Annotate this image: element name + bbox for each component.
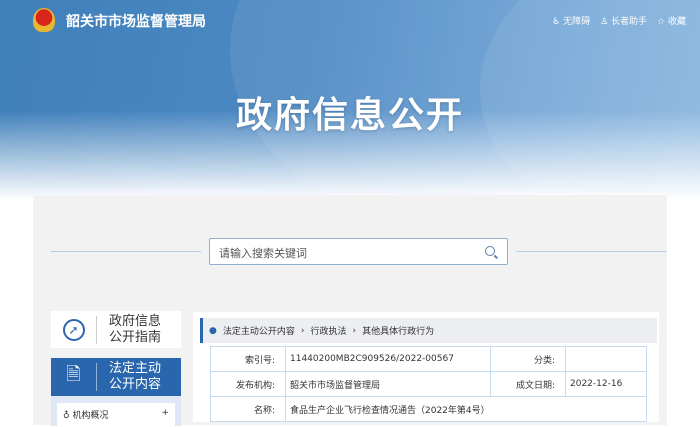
sidebar-active-content[interactable]: 🗎 法定主动 公开内容 (51, 358, 181, 396)
location-icon: ● (209, 325, 217, 336)
meta-table: 索引号: 11440200MB2C909526/2022-00567 分类: 发布机… (210, 346, 647, 422)
compass-icon: ➚ (51, 318, 96, 341)
accessibility-link[interactable]: ♿ 无障碍 (552, 14, 590, 27)
breadcrumb: ● 法定主动公开内容 › 行政执法 › 其他具体行政行为 (200, 318, 657, 343)
document-icon: 🗎 (66, 364, 81, 385)
divider (516, 251, 666, 252)
sidebar-guide[interactable]: ➚ 政府信息 公开指南 (51, 311, 181, 348)
site-title[interactable]: 韶关市市场监督管理局 (66, 11, 206, 31)
search-input[interactable]: 请输入搜索关键词 (209, 238, 508, 265)
sidebar-item-org-overview[interactable]: ♁ 机构概况 + (57, 403, 175, 427)
elder-assistant-link[interactable]: ♙ 长者助手 (600, 14, 647, 27)
search-icon[interactable] (485, 246, 495, 256)
banner-title: 政府信息公开 (235, 95, 464, 136)
national-emblem-icon (33, 8, 55, 32)
content-area: ● 法定主动公开内容 › 行政执法 › 其他具体行政行为 索引号: 11440200M… (193, 312, 659, 422)
breadcrumb-item[interactable]: 行政执法 (310, 324, 346, 337)
expand-icon[interactable]: + (161, 408, 169, 422)
breadcrumb-item[interactable]: 法定主动公开内容 (223, 324, 295, 337)
breadcrumb-item[interactable]: 其他具体行政行为 (362, 324, 434, 337)
favorite-link[interactable]: ☆ 收藏 (657, 14, 686, 27)
divider (51, 251, 201, 252)
